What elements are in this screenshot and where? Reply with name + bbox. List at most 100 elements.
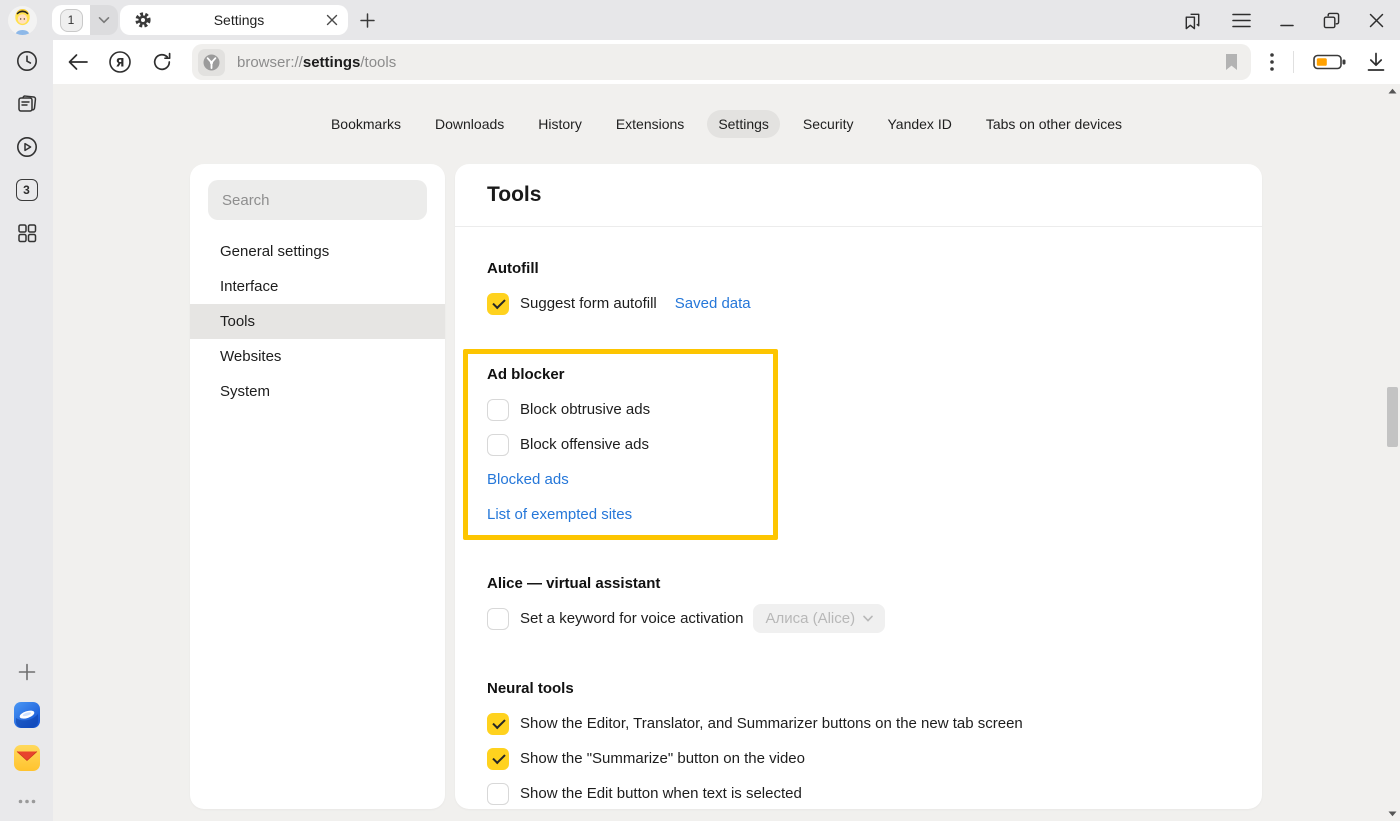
close-window-button[interactable] bbox=[1369, 13, 1384, 28]
scroll-down-arrow-icon[interactable] bbox=[1388, 809, 1397, 819]
nav-tab-other-devices[interactable]: Tabs on other devices bbox=[975, 110, 1133, 138]
rail-more-button[interactable] bbox=[14, 789, 40, 813]
exempted-sites-link[interactable]: List of exempted sites bbox=[487, 506, 632, 523]
battery-saver-button[interactable] bbox=[1313, 53, 1347, 71]
nav-tab-bookmarks[interactable]: Bookmarks bbox=[320, 110, 412, 138]
tab-counter[interactable]: 1 bbox=[52, 5, 90, 35]
ad-blocker-heading: Ad blocker bbox=[487, 366, 565, 383]
yandex-mail-icon bbox=[14, 745, 40, 771]
side-panel-button[interactable] bbox=[1182, 10, 1203, 31]
settings-nav-tabs: Bookmarks Downloads History Extensions S… bbox=[53, 84, 1400, 138]
autofill-heading: Autofill bbox=[487, 260, 539, 277]
suggest-autofill-checkbox[interactable] bbox=[487, 293, 509, 315]
show-summarize-video-checkbox[interactable] bbox=[487, 748, 509, 770]
menu-button[interactable] bbox=[1232, 13, 1251, 28]
history-button[interactable] bbox=[14, 49, 40, 73]
video-button[interactable] bbox=[14, 135, 40, 159]
nav-tab-history[interactable]: History bbox=[527, 110, 593, 138]
feed-button[interactable] bbox=[14, 92, 40, 116]
show-editor-buttons-checkbox[interactable] bbox=[487, 713, 509, 735]
protect-badge[interactable] bbox=[198, 49, 225, 76]
new-tab-button[interactable] bbox=[354, 7, 380, 33]
blocked-ads-link[interactable]: Blocked ads bbox=[487, 471, 569, 488]
block-obtrusive-label: Block obtrusive ads bbox=[520, 401, 650, 418]
bookmarks-panel-icon bbox=[1182, 10, 1203, 31]
voice-activation-label: Set a keyword for voice activation bbox=[520, 610, 743, 627]
keyword-dropdown-value: Алиса (Alice) bbox=[765, 610, 855, 627]
alice-avatar-icon[interactable] bbox=[8, 6, 37, 35]
yandex-disk-button[interactable] bbox=[14, 703, 40, 727]
back-button[interactable] bbox=[67, 53, 89, 71]
tabs-count-icon: 3 bbox=[16, 179, 38, 201]
dots-vertical-icon bbox=[1270, 53, 1274, 71]
browser-tab-settings[interactable]: Settings bbox=[120, 5, 348, 35]
close-icon bbox=[1369, 13, 1384, 28]
block-obtrusive-checkbox[interactable] bbox=[487, 399, 509, 421]
tabs-button[interactable]: 3 bbox=[14, 178, 40, 202]
grid-icon bbox=[16, 222, 38, 244]
sidebar-item-websites[interactable]: Websites bbox=[190, 339, 445, 374]
tab-strip: 1 Settings bbox=[0, 0, 1400, 40]
toolbar-divider bbox=[1293, 51, 1294, 73]
scroll-up-arrow-icon[interactable] bbox=[1388, 86, 1397, 96]
neural-row: Show the Editor, Translator, and Summari… bbox=[487, 706, 1230, 741]
settings-page: Bookmarks Downloads History Extensions S… bbox=[53, 84, 1400, 821]
downloads-button[interactable] bbox=[1366, 52, 1386, 72]
neural-row: Show the "Summarize" button on the video bbox=[487, 741, 1230, 776]
tab-list-dropdown[interactable] bbox=[90, 5, 118, 35]
saved-data-link[interactable]: Saved data bbox=[675, 295, 751, 312]
address-bar[interactable]: browser://settings/tools bbox=[192, 44, 1251, 80]
suggest-autofill-label: Suggest form autofill bbox=[520, 295, 657, 312]
keyword-dropdown[interactable]: Алиса (Alice) bbox=[753, 604, 885, 633]
tab-group: 1 bbox=[52, 5, 118, 35]
show-edit-button-checkbox[interactable] bbox=[487, 783, 509, 805]
minimize-icon bbox=[1280, 13, 1294, 27]
ad-blocker-highlight-box: Ad blocker Block obtrusive ads Block off… bbox=[463, 349, 778, 540]
sidebar-item-tools[interactable]: Tools bbox=[190, 304, 445, 339]
scrollbar-thumb[interactable] bbox=[1387, 387, 1398, 447]
arrow-left-icon bbox=[67, 53, 89, 71]
reload-icon bbox=[151, 51, 173, 73]
left-sidebar: 3 bbox=[0, 40, 53, 821]
minimize-button[interactable] bbox=[1280, 13, 1294, 27]
nav-tab-security[interactable]: Security bbox=[792, 110, 865, 138]
alice-row: Set a keyword for voice activation Алиса… bbox=[487, 601, 1230, 636]
search-input[interactable] bbox=[208, 180, 427, 220]
voice-activation-checkbox[interactable] bbox=[487, 608, 509, 630]
browser-window: 1 Settings bbox=[0, 0, 1400, 821]
sidebar-item-general[interactable]: General settings bbox=[190, 234, 445, 269]
bookmark-flag-icon[interactable] bbox=[1224, 53, 1239, 71]
close-tab-icon[interactable] bbox=[326, 14, 338, 26]
dots-horizontal-icon bbox=[18, 799, 36, 804]
nav-tab-yandex-id[interactable]: Yandex ID bbox=[876, 110, 962, 138]
page-scrollbar[interactable] bbox=[1386, 86, 1398, 819]
yandex-disk-icon bbox=[14, 702, 40, 728]
url-text[interactable]: browser://settings/tools bbox=[237, 54, 1212, 71]
nav-tab-downloads[interactable]: Downloads bbox=[424, 110, 515, 138]
restore-window-button[interactable] bbox=[1323, 12, 1340, 29]
show-summarize-video-label: Show the "Summarize" button on the video bbox=[520, 750, 805, 767]
tab-counter-badge: 1 bbox=[60, 9, 83, 32]
nav-tab-extensions[interactable]: Extensions bbox=[605, 110, 695, 138]
battery-icon bbox=[1313, 53, 1347, 71]
toolbar-more-button[interactable] bbox=[1270, 53, 1274, 71]
apps-button[interactable] bbox=[14, 221, 40, 245]
yandex-mail-button[interactable] bbox=[14, 746, 40, 770]
tab-title: Settings bbox=[152, 12, 326, 28]
show-edit-button-label: Show the Edit button when text is select… bbox=[520, 785, 802, 802]
yandex-home-button[interactable]: Я bbox=[108, 50, 132, 74]
sidebar-item-interface[interactable]: Interface bbox=[190, 269, 445, 304]
reload-button[interactable] bbox=[151, 51, 173, 73]
nav-tab-settings[interactable]: Settings bbox=[707, 110, 780, 138]
protect-icon bbox=[203, 54, 220, 71]
neural-row: Show the Edit button when text is select… bbox=[487, 776, 1230, 809]
play-circle-icon bbox=[15, 135, 39, 159]
block-offensive-checkbox[interactable] bbox=[487, 434, 509, 456]
block-offensive-label: Block offensive ads bbox=[520, 436, 649, 453]
show-editor-buttons-label: Show the Editor, Translator, and Summari… bbox=[520, 715, 1023, 732]
autofill-row: Suggest form autofill Saved data bbox=[487, 286, 1230, 321]
alice-heading: Alice — virtual assistant bbox=[487, 575, 660, 592]
sidebar-item-system[interactable]: System bbox=[190, 374, 445, 409]
add-panel-item-button[interactable] bbox=[14, 660, 40, 684]
hamburger-icon bbox=[1232, 13, 1251, 28]
